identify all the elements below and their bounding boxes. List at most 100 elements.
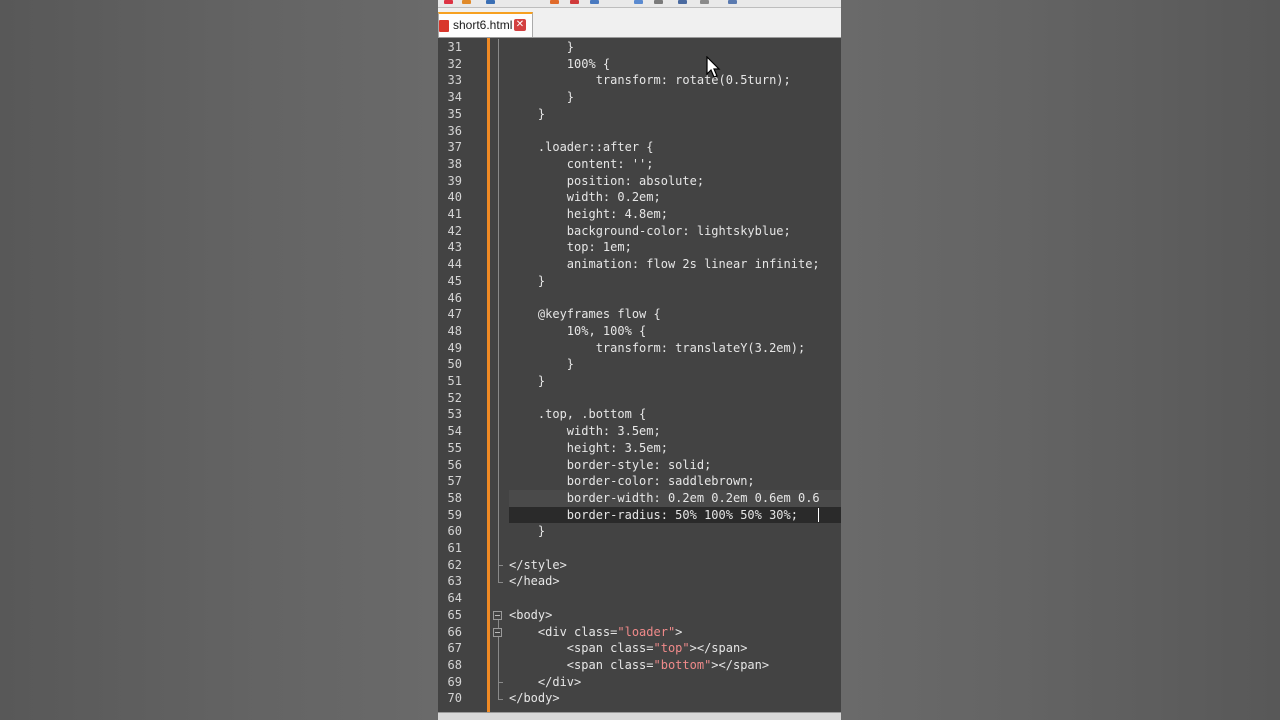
line-number: 56: [447, 457, 462, 472]
line-number: 46: [447, 290, 462, 305]
line-number: 47: [447, 307, 462, 322]
line-number: 37: [447, 140, 462, 155]
video-background-right: [841, 0, 1280, 720]
editor-area[interactable]: 31 32 33 34 35 36 37 38 39 40 41 42 43 44 45 46 47 48 49 50…: [438, 38, 841, 712]
toolbar-icon[interactable]: [728, 0, 737, 4]
code-line: }: [509, 106, 546, 121]
code-line: <span class="top"></span>: [509, 641, 748, 656]
line-number: 51: [447, 374, 462, 388]
line-number: 54: [447, 424, 462, 439]
toolbar-icon[interactable]: [634, 0, 643, 4]
code-line: border-radius: 50% 100% 50% 30%;: [509, 507, 798, 522]
code-line: border-width: 0.2em 0.2em 0.6em 0.6: [509, 490, 820, 505]
line-number: 44: [447, 257, 462, 272]
mouse-pointer-icon: [706, 56, 721, 78]
code-line: </div>: [509, 674, 582, 689]
code-line: width: 0.2em;: [509, 190, 661, 205]
code-editor-window: short6.html ✕ 31 32 33 34 35 36 37 38 39 40 41 42 43…: [438, 0, 841, 720]
line-number: 31: [447, 40, 462, 54]
code-line: width: 3.5em;: [509, 424, 661, 439]
toolbar-icon[interactable]: [462, 0, 471, 4]
toolbar-icon[interactable]: [590, 0, 599, 4]
tab-bar: short6.html ✕: [438, 8, 841, 38]
fold-end-marker: [498, 681, 503, 683]
line-number: 62: [447, 557, 462, 572]
code-line: top: 1em;: [509, 240, 632, 255]
toolbar-icon[interactable]: [700, 0, 709, 4]
toolbar: [438, 0, 841, 8]
code-line: content: '';: [509, 156, 654, 171]
code-line: border-color: saddlebrown;: [509, 474, 755, 489]
code-line: <div class="loader">: [509, 624, 683, 639]
code-line: .top, .bottom {: [509, 407, 647, 422]
line-number: 49: [447, 340, 462, 355]
fold-end-marker: [498, 581, 503, 583]
toolbar-icon[interactable]: [654, 0, 663, 4]
code-line: animation: flow 2s linear infinite;: [509, 257, 820, 272]
code-text[interactable]: } 100% { transform: rotate(0.5turn); } }…: [509, 38, 841, 712]
toolbar-icon[interactable]: [550, 0, 559, 4]
code-line: }: [509, 90, 575, 105]
line-number: 61: [447, 541, 462, 555]
line-number: 67: [447, 641, 462, 656]
line-number: 58: [447, 490, 462, 505]
line-number: 41: [447, 207, 462, 221]
code-line: 100% {: [509, 56, 611, 71]
line-number: 43: [447, 240, 462, 255]
toolbar-icon[interactable]: [444, 0, 453, 4]
line-number: 32: [447, 56, 462, 71]
line-number: 35: [447, 106, 462, 121]
line-number: 34: [447, 90, 462, 105]
code-line: .loader::after {: [509, 140, 654, 155]
fold-end-marker: [498, 698, 503, 700]
toolbar-icon[interactable]: [570, 0, 579, 4]
code-line: transform: translateY(3.2em);: [509, 340, 806, 355]
line-number-gutter: 31 32 33 34 35 36 37 38 39 40 41 42 43 44 45 46 47 48 49 50…: [438, 38, 486, 712]
line-number: 66: [447, 624, 462, 639]
line-number: 52: [447, 390, 462, 405]
line-number: 70: [447, 691, 462, 706]
line-number: 60: [447, 524, 462, 539]
line-number: 53: [447, 407, 462, 422]
line-number: 63: [447, 574, 462, 589]
code-line: }: [509, 374, 546, 388]
line-number: 40: [447, 190, 462, 205]
fold-end-marker: [498, 565, 503, 567]
toolbar-icon[interactable]: [486, 0, 495, 4]
code-line: background-color: lightskyblue;: [509, 223, 791, 238]
tab-short6-html[interactable]: short6.html ✕: [438, 12, 533, 37]
code-line: </head>: [509, 574, 560, 589]
toolbar-icon[interactable]: [678, 0, 687, 4]
fold-toggle-icon[interactable]: [493, 627, 502, 637]
line-number: 59: [447, 507, 462, 522]
change-history-bar: [487, 38, 490, 712]
tab-label: short6.html: [453, 18, 513, 32]
code-line: <span class="bottom"></span>: [509, 657, 770, 672]
close-icon[interactable]: ✕: [514, 19, 526, 31]
code-line: }: [509, 273, 546, 288]
code-line: </body>: [509, 691, 560, 706]
code-line: @keyframes flow {: [509, 307, 661, 322]
line-number: 57: [447, 474, 462, 489]
code-line: <body>: [509, 607, 553, 622]
video-background-left: [0, 0, 438, 720]
code-line: }: [509, 357, 575, 372]
html-file-icon: [439, 20, 449, 32]
code-line: }: [509, 524, 546, 539]
horizontal-scrollbar[interactable]: [438, 712, 841, 720]
line-number: 68: [447, 657, 462, 672]
fold-guide: [498, 39, 499, 582]
code-line: border-style: solid;: [509, 457, 712, 472]
line-number: 36: [447, 123, 462, 138]
fold-margin: [491, 38, 507, 712]
code-line: }: [509, 40, 575, 54]
line-number: 55: [447, 440, 462, 455]
line-number: 65: [447, 607, 462, 622]
line-number: 33: [447, 73, 462, 88]
fold-toggle-icon[interactable]: [493, 610, 502, 620]
line-number: 38: [447, 156, 462, 171]
line-number: 50: [447, 357, 462, 372]
line-number: 42: [447, 223, 462, 238]
line-number: 48: [447, 323, 462, 338]
line-number: 39: [447, 173, 462, 188]
